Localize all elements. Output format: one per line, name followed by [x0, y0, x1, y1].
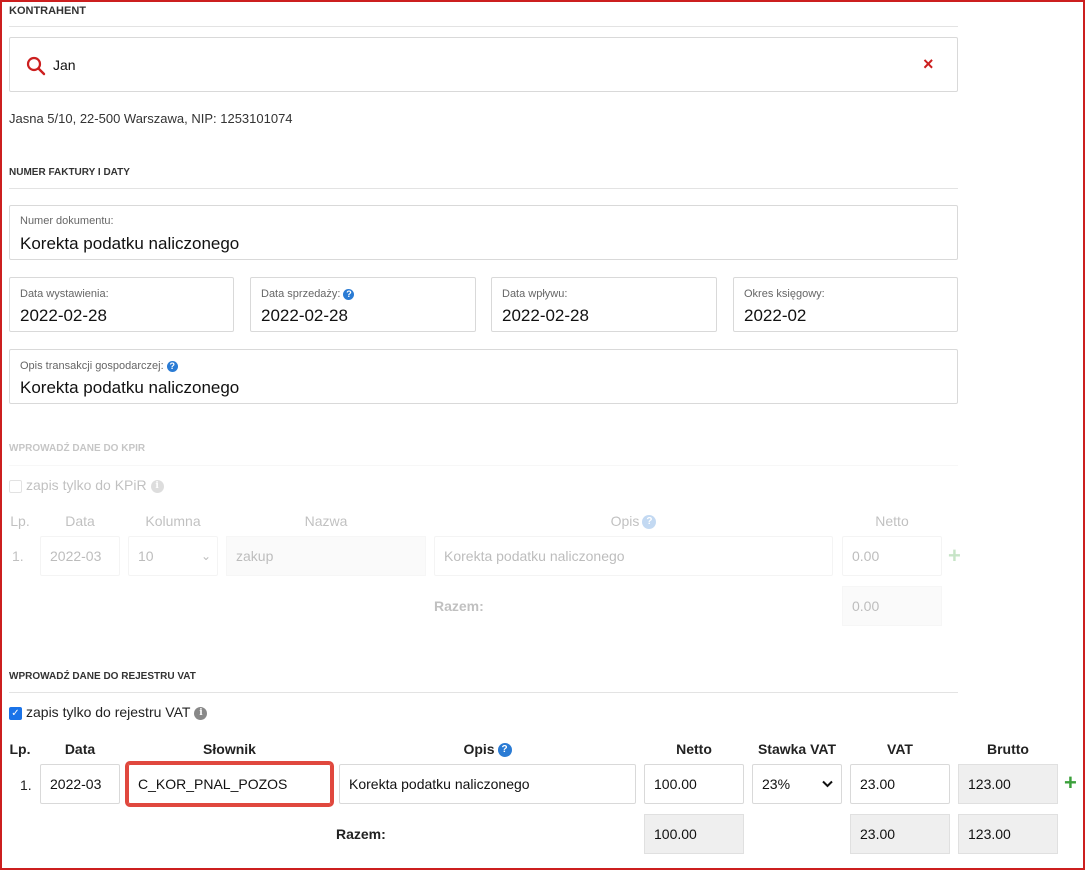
kpir-row-lp: 1. [12, 548, 24, 564]
vat-date-input[interactable]: 2022-03 [40, 764, 120, 804]
kpir-total-label: Razem: [434, 598, 484, 614]
kpir-header-desc-wrap: Opis? [434, 513, 833, 530]
receipt-date-field[interactable]: Data wpływu: 2022-02-28 [491, 277, 717, 332]
vat-amount-input[interactable]: 23.00 [850, 764, 950, 804]
vat-rate-select[interactable]: 23% [752, 764, 842, 804]
transaction-description-label: Opis transakcji gospodarczej: [20, 360, 164, 372]
vat-header-lp: Lp. [9, 741, 31, 757]
kpir-desc-input[interactable]: Korekta podatku naliczonego [434, 536, 833, 576]
vat-total-net: 100.00 [644, 814, 744, 854]
vat-only-checkbox[interactable]: ✓ [9, 706, 22, 720]
contractor-address: Jasna 5/10, 22-500 Warszawa, NIP: 125310… [9, 111, 293, 126]
kpir-header-name: Nazwa [304, 513, 348, 529]
help-icon[interactable]: ? [642, 515, 657, 530]
contractor-search-field[interactable]: Jan × [9, 37, 958, 92]
kpir-header-column: Kolumna [145, 513, 201, 529]
vat-row-lp: 1. [20, 777, 32, 793]
document-number-label: Numer dokumentu: [20, 215, 114, 227]
divider [9, 26, 958, 27]
receipt-date-value: 2022-02-28 [502, 306, 589, 325]
vat-header-gross: Brutto [987, 741, 1029, 757]
transaction-description-value: Korekta podatku naliczonego [20, 378, 240, 397]
kpir-only-option[interactable]: zapis tylko do KPiR i [9, 477, 164, 493]
kpir-name-input[interactable]: zakup [226, 536, 426, 576]
issue-date-label: Data wystawienia: [20, 288, 109, 300]
kpir-header-date: Data [65, 513, 95, 529]
divider [9, 692, 958, 693]
search-icon [26, 56, 46, 76]
contractor-search-value: Jan [53, 57, 76, 73]
vat-header-date: Data [64, 741, 96, 757]
chevron-down-icon [822, 780, 833, 788]
kpir-total-net: 0.00 [842, 586, 942, 626]
receipt-date-label: Data wpływu: [502, 288, 568, 300]
vat-header-desc: Opis [463, 741, 495, 757]
accounting-period-value: 2022-02 [744, 306, 807, 325]
kpir-column-value: 10 [138, 548, 154, 564]
divider [9, 188, 958, 189]
info-icon[interactable]: i [150, 479, 164, 493]
vat-total-gross: 123.00 [958, 814, 1058, 854]
accounting-period-field[interactable]: Okres księgowy: 2022-02 [733, 277, 958, 332]
kpir-net-input[interactable]: 0.00 [842, 536, 942, 576]
transaction-description-label-wrap: Opis transakcji gospodarczej:? [20, 360, 178, 372]
vat-only-option[interactable]: ✓ zapis tylko do rejestru VAT i [9, 704, 208, 720]
invoice-section-title: NUMER FAKTURY I DATY [9, 167, 130, 178]
vat-dictionary-input[interactable]: C_KOR_PNAL_POZOS [125, 761, 334, 807]
kpir-only-label: zapis tylko do KPiR [26, 477, 147, 493]
help-icon[interactable]: ? [166, 360, 178, 372]
vat-net-input[interactable]: 100.00 [644, 764, 744, 804]
sale-date-label-wrap: Data sprzedaży:? [261, 288, 355, 300]
help-icon[interactable]: ? [343, 288, 355, 300]
vat-header-rate: Stawka VAT [757, 741, 837, 757]
vat-total-label: Razem: [336, 826, 386, 842]
kpir-column-select[interactable]: 10 ⌄ [128, 536, 218, 576]
clear-icon[interactable]: × [923, 54, 934, 75]
vat-section-title: WPROWADŹ DANE DO REJESTRU VAT [9, 671, 196, 682]
chevron-down-icon: ⌄ [200, 549, 211, 563]
help-icon[interactable]: ? [497, 743, 512, 758]
screenshot-frame [0, 0, 1085, 870]
kpir-section-title: WPROWADŹ DANE DO KPIR [9, 443, 146, 454]
kpir-only-checkbox[interactable] [9, 479, 22, 493]
kpir-header-net: Netto [875, 513, 909, 529]
add-row-icon[interactable]: + [1064, 770, 1077, 796]
vat-header-vat: VAT [887, 741, 913, 757]
vat-header-net: Netto [676, 741, 712, 757]
document-number-value: Korekta podatku naliczonego [20, 234, 240, 253]
info-icon[interactable]: i [194, 706, 208, 720]
divider [9, 465, 958, 466]
kpir-header-desc: Opis [610, 513, 640, 529]
vat-header-desc-wrap: Opis? [339, 741, 636, 758]
vat-header-dictionary: Słownik [203, 741, 256, 757]
vat-total-vat: 23.00 [850, 814, 950, 854]
add-row-icon[interactable]: + [948, 543, 961, 569]
transaction-description-field[interactable]: Opis transakcji gospodarczej:? Korekta p… [9, 349, 958, 404]
vat-gross-value: 123.00 [958, 764, 1058, 804]
sale-date-field[interactable]: Data sprzedaży:? 2022-02-28 [250, 277, 476, 332]
sale-date-value: 2022-02-28 [261, 306, 348, 325]
contractor-section-title: KONTRAHENT [9, 5, 86, 17]
issue-date-value: 2022-02-28 [20, 306, 107, 325]
vat-rate-value: 23% [762, 776, 791, 792]
sale-date-label: Data sprzedaży: [261, 288, 341, 300]
document-number-field[interactable]: Numer dokumentu: Korekta podatku naliczo… [9, 205, 958, 260]
accounting-period-label: Okres księgowy: [744, 288, 825, 300]
kpir-date-input[interactable]: 2022-03 [40, 536, 120, 576]
vat-desc-input[interactable]: Korekta podatku naliczonego [339, 764, 636, 804]
kpir-header-lp: Lp. [10, 513, 30, 529]
vat-only-label: zapis tylko do rejestru VAT [26, 704, 191, 720]
issue-date-field[interactable]: Data wystawienia: 2022-02-28 [9, 277, 234, 332]
